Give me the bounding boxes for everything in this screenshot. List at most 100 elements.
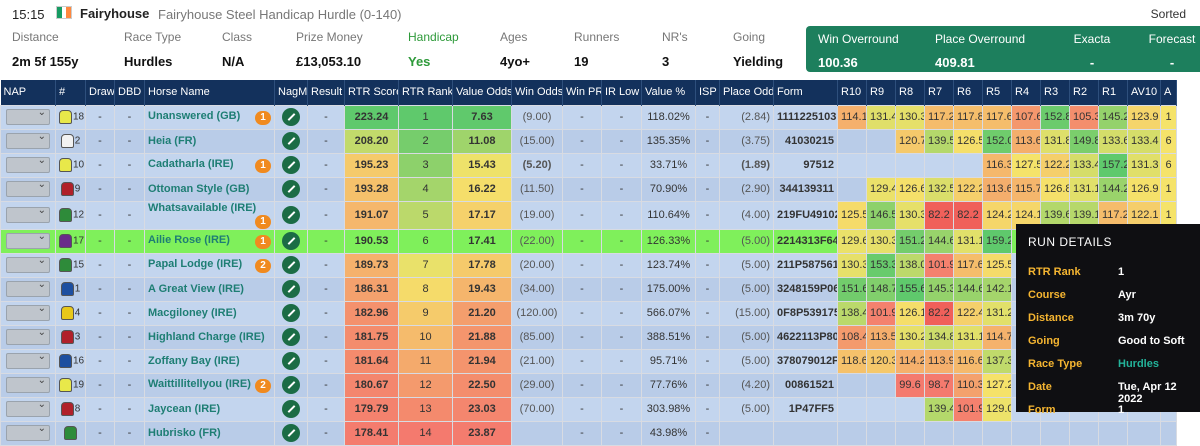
- column-header-place-odds[interactable]: Place Odds: [719, 80, 774, 105]
- horse-name-cell[interactable]: Jaycean (IRE): [144, 396, 275, 422]
- horse-name-cell[interactable]: Macgiloney (IRE): [144, 300, 275, 326]
- edit-pencil-icon[interactable]: [282, 400, 300, 418]
- table-row[interactable]: 9--Ottoman Style (GB)-193.28416.22(11.50…: [0, 176, 1177, 202]
- column-header-r6[interactable]: R6: [953, 80, 983, 105]
- horse-name-cell[interactable]: Ailie Rose (IRE) 1: [144, 228, 275, 254]
- column-header-rtr-rank[interactable]: RTR Rank: [398, 80, 453, 105]
- horse-name-cell[interactable]: Heia (FR): [144, 128, 275, 154]
- edit-pencil-icon[interactable]: [282, 352, 300, 370]
- nap-select[interactable]: [6, 179, 50, 197]
- nap-select[interactable]: [6, 205, 50, 223]
- nap-select[interactable]: [6, 107, 50, 125]
- column-header-draw[interactable]: Draw: [85, 80, 115, 105]
- column-header-nap[interactable]: NAP: [0, 80, 56, 105]
- horse-name-cell[interactable]: A Great View (IRE): [144, 276, 275, 302]
- column-header-ir-low[interactable]: IR Low: [601, 80, 642, 105]
- column-header-win-pr[interactable]: Win PR: [562, 80, 602, 105]
- column-header-horse-name[interactable]: Horse Name: [144, 80, 275, 105]
- horse-name-cell[interactable]: Highland Charge (IRE): [144, 324, 275, 350]
- horse-name-link[interactable]: Papal Lodge (IRE): [148, 258, 242, 270]
- horse-name-link[interactable]: Heia (FR): [148, 135, 196, 147]
- edit-pencil-icon[interactable]: [282, 132, 300, 150]
- edit-pencil-icon[interactable]: [282, 180, 300, 198]
- table-row[interactable]: 1--A Great View (IRE)-186.31819.43(34.00…: [0, 276, 1177, 302]
- column-header-dbd[interactable]: DBD: [114, 80, 145, 105]
- nap-select[interactable]: [6, 279, 50, 297]
- horse-name-link[interactable]: Zoffany Bay (IRE): [148, 355, 240, 367]
- horse-name-cell[interactable]: Unanswered (GB) 1: [144, 104, 275, 130]
- edit-pencil-icon[interactable]: [282, 256, 300, 274]
- horse-name-cell[interactable]: Papal Lodge (IRE) 2: [144, 252, 275, 278]
- edit-pencil-icon[interactable]: [282, 206, 300, 224]
- column-header-rtr-score[interactable]: RTR Score: [344, 80, 399, 105]
- nap-select[interactable]: [6, 303, 50, 321]
- table-row[interactable]: 18--Unanswered (GB)1-223.2417.63(9.00)--…: [0, 104, 1177, 130]
- horse-name-cell[interactable]: Waittillitellyou (IRE) 2: [144, 372, 275, 398]
- sorted-label[interactable]: Sorted: [1151, 7, 1186, 21]
- horse-name-link[interactable]: Cadatharla (IRE): [148, 158, 234, 170]
- nap-select[interactable]: [6, 423, 50, 441]
- edit-pencil-icon[interactable]: [282, 304, 300, 322]
- edit-pencil-icon[interactable]: [282, 232, 300, 250]
- horse-name-cell[interactable]: Cadatharla (IRE) 1: [144, 152, 275, 178]
- horse-name-link[interactable]: Highland Charge (IRE): [148, 331, 265, 343]
- column-header-r5[interactable]: R5: [982, 80, 1012, 105]
- table-row[interactable]: 10--Cadatharla (IRE)1-195.23315.43(5.20)…: [0, 152, 1177, 178]
- horse-name-link[interactable]: A Great View (IRE): [148, 283, 244, 295]
- column-header-r2[interactable]: R2: [1069, 80, 1099, 105]
- horse-name-link[interactable]: Ottoman Style (GB): [148, 183, 249, 195]
- column-header-r10[interactable]: R10: [837, 80, 867, 105]
- edit-pencil-icon[interactable]: [282, 376, 300, 394]
- column-header-value-odds[interactable]: Value Odds: [452, 80, 512, 105]
- edit-pencil-icon[interactable]: [282, 108, 300, 126]
- column-header-r1[interactable]: R1: [1098, 80, 1128, 105]
- column-header-isp[interactable]: ISP: [695, 80, 720, 105]
- edit-pencil-icon[interactable]: [282, 424, 300, 442]
- column-header-value-[interactable]: Value %: [641, 80, 696, 105]
- horse-name-link[interactable]: Ailie Rose (IRE): [148, 234, 230, 246]
- table-row[interactable]: 15--Papal Lodge (IRE)2-189.73717.78(20.0…: [0, 252, 1177, 278]
- course-name[interactable]: Fairyhouse: [80, 6, 149, 21]
- edit-pencil-icon[interactable]: [282, 280, 300, 298]
- column-header-r4[interactable]: R4: [1011, 80, 1041, 105]
- nap-select[interactable]: [6, 155, 50, 173]
- edit-pencil-icon[interactable]: [282, 156, 300, 174]
- horse-name-cell[interactable]: Hubrisko (FR): [144, 420, 275, 446]
- horse-name-link[interactable]: Macgiloney (IRE): [148, 307, 237, 319]
- horse-name-cell[interactable]: Zoffany Bay (IRE): [144, 348, 275, 374]
- table-row[interactable]: 2--Heia (FR)-208.20211.08(15.00)--135.35…: [0, 128, 1177, 154]
- column-header-form[interactable]: Form: [773, 80, 838, 105]
- column-header-win-odds[interactable]: Win Odds: [511, 80, 563, 105]
- nap-select[interactable]: [6, 399, 50, 417]
- table-row[interactable]: 12--Whatsavailable (IRE)1-191.07517.17(1…: [0, 200, 1177, 230]
- nap-select[interactable]: [6, 131, 50, 149]
- table-row[interactable]: 4--Macgiloney (IRE)-182.96921.20(120.00)…: [0, 300, 1177, 326]
- column-header-a[interactable]: A: [1160, 80, 1177, 105]
- horse-name-link[interactable]: Hubrisko (FR): [148, 427, 221, 439]
- column-header-result[interactable]: Result: [307, 80, 345, 105]
- horse-name-link[interactable]: Jaycean (IRE): [148, 403, 220, 415]
- column-header-r7[interactable]: R7: [924, 80, 954, 105]
- table-row[interactable]: --Hubrisko (FR)-178.411423.87--43.98%-: [0, 420, 1177, 446]
- column-header-r8[interactable]: R8: [895, 80, 925, 105]
- nap-select[interactable]: [6, 375, 50, 393]
- table-row[interactable]: 17--Ailie Rose (IRE)1-190.53617.41(22.00…: [0, 228, 1177, 254]
- nap-select[interactable]: [6, 351, 50, 369]
- table-row[interactable]: 19--Waittillitellyou (IRE)2-180.671222.5…: [0, 372, 1177, 398]
- column-header--[interactable]: #: [55, 80, 86, 105]
- nap-select[interactable]: [6, 255, 50, 273]
- table-row[interactable]: 8--Jaycean (IRE)-179.791323.03(70.00)--3…: [0, 396, 1177, 422]
- column-header-r3[interactable]: R3: [1040, 80, 1070, 105]
- horse-name-link[interactable]: Waittillitellyou (IRE): [148, 378, 251, 390]
- table-row[interactable]: 3--Highland Charge (IRE)-181.751021.88(8…: [0, 324, 1177, 350]
- column-header-av10[interactable]: AV10: [1127, 80, 1161, 105]
- column-header-nagme[interactable]: NagMe: [274, 80, 308, 105]
- table-row[interactable]: 16--Zoffany Bay (IRE)-181.641121.94(21.0…: [0, 348, 1177, 374]
- nap-select[interactable]: [6, 327, 50, 345]
- horse-name-link[interactable]: Whatsavailable (IRE): [148, 202, 256, 214]
- horse-name-cell[interactable]: Whatsavailable (IRE) 1: [144, 200, 275, 230]
- column-header-r9[interactable]: R9: [866, 80, 896, 105]
- edit-pencil-icon[interactable]: [282, 328, 300, 346]
- horse-name-cell[interactable]: Ottoman Style (GB): [144, 176, 275, 202]
- nap-select[interactable]: [6, 231, 50, 249]
